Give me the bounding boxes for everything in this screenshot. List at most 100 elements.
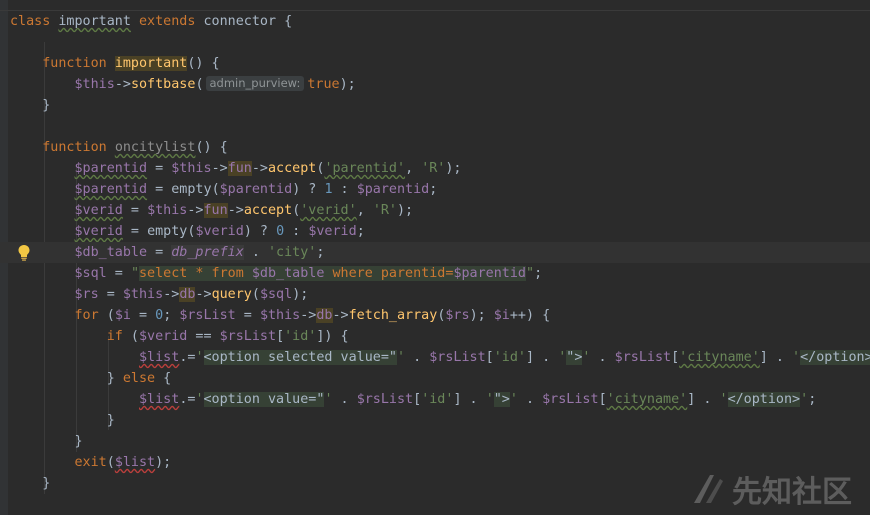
code-line-5[interactable]: function oncitylist() { xyxy=(10,137,870,158)
code-text: ( xyxy=(106,455,115,470)
code-text: ); xyxy=(469,308,494,323)
code-line-7[interactable]: $parentid = empty($parentid) ? 1 : $pare… xyxy=(10,179,870,200)
code-line-16[interactable]: } else { xyxy=(10,368,870,389)
xianzhi-logo-icon xyxy=(694,475,723,503)
code-line-15[interactable]: $list.='<option selected value="' . $rsL… xyxy=(10,347,870,368)
variable: $sql xyxy=(74,266,107,281)
property: db xyxy=(179,287,196,302)
string-quote: ' xyxy=(509,392,518,407)
variable: $parentid xyxy=(74,161,148,176)
variable: $rsList xyxy=(542,392,599,407)
code-line-6[interactable]: $parentid = $this->fun->accept('parentid… xyxy=(10,158,870,179)
string: 'id' xyxy=(284,329,317,344)
code-text: ( xyxy=(98,308,115,323)
code-text: ] . xyxy=(759,350,793,365)
code-line-17[interactable]: $list.='<option value="' . $rsList['id']… xyxy=(10,389,870,410)
keyword: extends xyxy=(139,14,196,29)
code-line-18[interactable]: } xyxy=(10,410,870,431)
code-editor[interactable]: class important extends connector { func… xyxy=(0,0,870,515)
lightbulb-icon[interactable] xyxy=(17,244,31,262)
code-text: ++) { xyxy=(509,308,551,323)
method-call: fetch_array xyxy=(348,308,438,323)
string: 'id' xyxy=(493,350,526,365)
code-text: ]) { xyxy=(316,329,349,344)
number: 0 xyxy=(276,224,285,239)
class-name: important xyxy=(58,14,131,29)
parent-class-name: connector xyxy=(203,14,277,29)
string-quote: ' xyxy=(195,350,204,365)
variable: $this xyxy=(171,161,212,176)
code-line-10[interactable]: $db_table = db_prefix . 'city'; xyxy=(0,242,870,263)
watermark: 先知社区 xyxy=(690,469,852,510)
keyword: class xyxy=(10,14,51,29)
sql-fragment: select * from xyxy=(139,266,252,281)
operator: -> xyxy=(195,287,212,302)
variable: $list xyxy=(139,350,180,365)
code-text: [ xyxy=(671,350,680,365)
code-text: ; xyxy=(316,245,325,260)
code-text: = xyxy=(235,308,260,323)
code-line-14[interactable]: if ($verid == $rsList['id']) { xyxy=(10,326,870,347)
property: fun xyxy=(227,161,252,176)
html-fragment: <option value=" xyxy=(203,392,325,407)
string-quote: ' xyxy=(195,392,204,407)
method-call: softbase xyxy=(130,77,196,92)
code-line-1[interactable]: class important extends connector { xyxy=(10,11,870,32)
variable: $rsList xyxy=(429,350,486,365)
code-text: : xyxy=(284,224,309,239)
string-quote: ' xyxy=(485,392,494,407)
variable: $rsList xyxy=(219,329,277,344)
operator: .= xyxy=(179,350,196,365)
function-name: important xyxy=(114,56,188,71)
code-line-12[interactable]: $rs = $this->db->query($sql); xyxy=(10,284,870,305)
method-call: accept xyxy=(243,203,293,218)
operator: = xyxy=(147,161,172,176)
method-call: query xyxy=(211,287,252,302)
parameter-hint: admin_purview: xyxy=(205,76,305,91)
watermark-text: 先知社区 xyxy=(732,475,852,510)
code-line-9[interactable]: $verid = empty($verid) ? 0 : $verid; xyxy=(10,221,870,242)
code-line-4[interactable]: } xyxy=(10,95,870,116)
string: 'verid' xyxy=(300,203,357,218)
code-text: { xyxy=(155,371,172,386)
code-text: ; xyxy=(163,308,180,323)
brace: { xyxy=(284,14,293,29)
code-line-8[interactable]: $verid = $this->fun->accept('verid', 'R'… xyxy=(10,200,870,221)
property: db xyxy=(316,308,333,323)
code-text: ) ? xyxy=(292,182,325,197)
operator: = xyxy=(98,287,123,302)
string: 'R' xyxy=(421,161,446,176)
variable: $rsList xyxy=(356,392,414,407)
code-text: ); xyxy=(339,77,356,92)
string: 'city' xyxy=(268,245,317,260)
variable: $verid xyxy=(308,224,357,239)
property: fun xyxy=(203,203,228,218)
operator: . xyxy=(405,350,430,365)
operator: -> xyxy=(211,161,228,176)
html-fragment: "> xyxy=(493,392,510,407)
code-line-13[interactable]: for ($i = 0; $rsList = $this->db->fetch_… xyxy=(10,305,870,326)
operator: = xyxy=(147,245,172,260)
string-quote: " xyxy=(526,266,535,281)
method-call: accept xyxy=(268,161,317,176)
keyword: for xyxy=(74,308,99,323)
variable: $parentid xyxy=(356,182,430,197)
code-line-19[interactable]: } xyxy=(10,431,870,452)
code-text: ); xyxy=(445,161,462,176)
code-text: : xyxy=(332,182,357,197)
operator: .= xyxy=(179,392,196,407)
brace: } xyxy=(106,371,115,386)
operator: . xyxy=(517,392,543,407)
keyword: if xyxy=(106,329,123,344)
code-text: ( xyxy=(122,329,139,344)
code-text: , xyxy=(356,203,373,218)
code-line-11[interactable]: $sql = "select * from $db_table where pa… xyxy=(10,263,870,284)
code-line-2[interactable]: function important() { xyxy=(10,53,870,74)
variable: $sql xyxy=(259,287,293,302)
function-name: oncitylist xyxy=(114,140,196,155)
code-text: ( xyxy=(195,77,204,92)
variable: $parentid xyxy=(74,182,148,197)
operator: = xyxy=(122,224,148,239)
number: 1 xyxy=(324,182,333,197)
code-line-3[interactable]: $this->softbase(admin_purview: true); xyxy=(10,74,870,95)
